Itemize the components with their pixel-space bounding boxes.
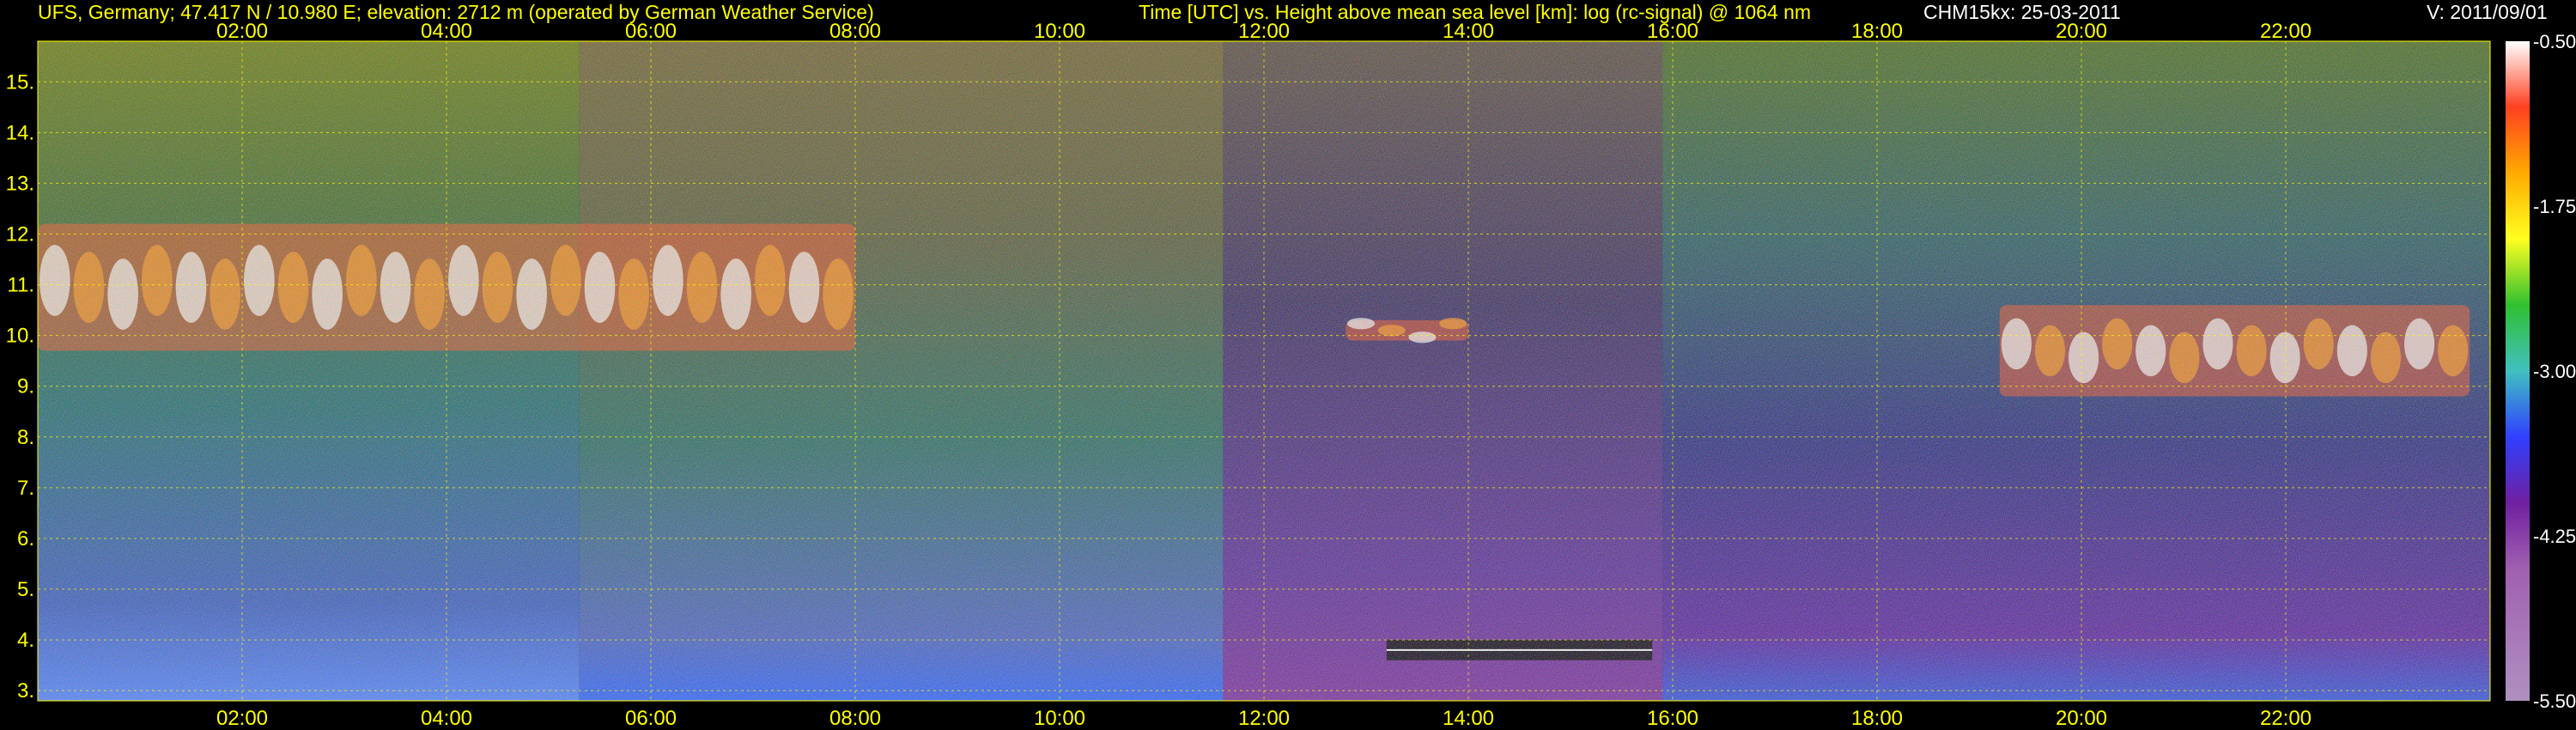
x-tick-label-top: 22:00 xyxy=(2260,20,2312,43)
y-tick-label: 8. xyxy=(17,426,34,449)
x-tick-label-top: 20:00 xyxy=(2056,20,2107,43)
x-axis-top: 02:00 04:00 06:00 08:00 10:00 12:00 14:00 16:00… xyxy=(216,20,2312,43)
x-tick-label-top: 02:00 xyxy=(216,20,268,43)
x-tick-label-bottom: 20:00 xyxy=(2056,707,2107,730)
colorbar-tick-label: -5.50 xyxy=(2533,690,2576,712)
y-tick-label: 9. xyxy=(17,375,34,398)
x-tick-label-bottom: 12:00 xyxy=(1238,707,1290,730)
x-tick-label-bottom: 02:00 xyxy=(216,707,268,730)
y-tick-label: 10. xyxy=(6,325,34,348)
y-tick-label: 13. xyxy=(6,172,34,195)
y-tick-label: 7. xyxy=(17,477,34,500)
x-tick-label-top: 06:00 xyxy=(625,20,677,43)
x-tick-label-bottom: 22:00 xyxy=(2260,707,2312,730)
y-tick-label: 12. xyxy=(6,222,34,246)
x-tick-label-bottom: 10:00 xyxy=(1034,707,1085,730)
x-tick-label-top: 14:00 xyxy=(1443,20,1494,43)
colorbar-scale xyxy=(2506,41,2530,701)
x-tick-label-bottom: 16:00 xyxy=(1647,707,1698,730)
x-tick-label-bottom: 14:00 xyxy=(1443,707,1494,730)
x-tick-label-bottom: 18:00 xyxy=(1851,707,1903,730)
ceilometer-chart: 02:00 04:00 06:00 08:00 10:00 12:00 14:00 16:00… xyxy=(6,20,2576,730)
y-tick-label: 11. xyxy=(7,274,34,297)
colorbar-tick-label: -0.50 xyxy=(2533,31,2576,52)
y-tick-label: 14. xyxy=(6,121,34,144)
colorbar-tick-label: -4.25 xyxy=(2533,526,2576,547)
x-tick-label-top: 12:00 xyxy=(1238,20,1290,43)
x-tick-label-top: 16:00 xyxy=(1647,20,1698,43)
y-tick-label: 3. xyxy=(17,679,34,703)
x-tick-label-top: 04:00 xyxy=(421,20,472,43)
colorbar xyxy=(2506,41,2530,701)
x-tick-label-bottom: 06:00 xyxy=(625,707,677,730)
x-tick-label-top: 10:00 xyxy=(1034,20,1085,43)
colorbar-ticks: -0.50 -1.75 -3.00 -4.25 -5.50 xyxy=(2533,31,2576,712)
x-tick-label-bottom: 08:00 xyxy=(829,707,881,730)
colorbar-tick-label: -1.75 xyxy=(2533,196,2576,217)
y-tick-label: 15. xyxy=(6,70,34,94)
x-tick-label-bottom: 04:00 xyxy=(421,707,472,730)
x-tick-label-top: 08:00 xyxy=(829,20,881,43)
y-tick-label: 5. xyxy=(17,578,34,601)
y-axis: 3. 4. 5. 6. 7. 8. 9. 10. 11. 12. 13. 14. 15. xyxy=(6,70,34,703)
y-tick-label: 6. xyxy=(17,527,34,551)
y-tick-label: 4. xyxy=(17,629,34,652)
colorbar-tick-label: -3.00 xyxy=(2533,361,2576,382)
x-tick-label-top: 18:00 xyxy=(1851,20,1903,43)
x-axis-bottom: 02:00 04:00 06:00 08:00 10:00 12:00 14:00 16:00… xyxy=(216,707,2312,730)
